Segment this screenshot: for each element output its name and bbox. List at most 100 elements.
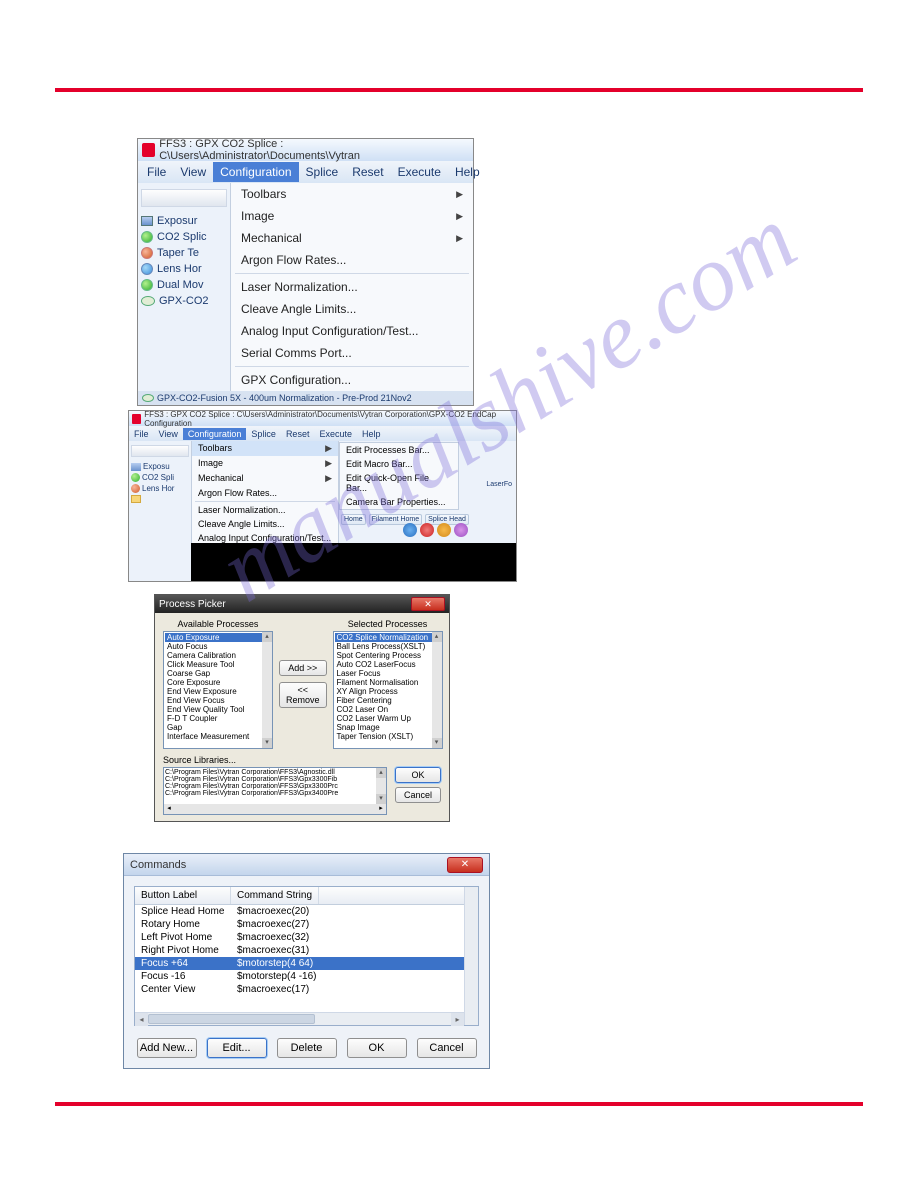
table-row[interactable]: Right Pivot Home$macroexec(31)	[135, 944, 478, 957]
menu-execute[interactable]: Execute	[391, 162, 448, 182]
sidebar-taper[interactable]: Taper Te	[141, 245, 227, 261]
menu-help[interactable]: Help	[357, 428, 386, 440]
scrollbar-horizontal[interactable]: ◂▸	[164, 804, 386, 814]
menu-item-analog-input[interactable]: Analog Input Configuration/Test...	[231, 320, 473, 342]
list-item[interactable]: F-D T Coupler	[165, 714, 271, 723]
menu-item-argon[interactable]: Argon Flow Rates...	[231, 249, 473, 271]
menu-item-mechanical[interactable]: Mechanical▶	[192, 471, 338, 486]
menu-item-image[interactable]: Image▶	[231, 205, 473, 227]
menu-view[interactable]: View	[173, 162, 213, 182]
list-item[interactable]: Laser Focus	[335, 669, 441, 678]
sidebar-lens[interactable]: Lens Hor	[131, 483, 189, 494]
available-listbox[interactable]: Auto Exposure Auto Focus Camera Calibrat…	[163, 631, 273, 749]
add-new-button[interactable]: Add New...	[137, 1038, 197, 1058]
sidebar-exposure[interactable]: Exposur	[141, 213, 227, 229]
menu-item-serial-comms[interactable]: Serial Comms Port...	[231, 342, 473, 364]
sidebar-co2-splice[interactable]: CO2 Splic	[141, 229, 227, 245]
menu-item-camera-bar[interactable]: Camera Bar Properties...	[340, 495, 458, 509]
menu-item-cleave-angle[interactable]: Cleave Angle Limits...	[231, 298, 473, 320]
list-item[interactable]: CO2 Laser Warm Up	[335, 714, 441, 723]
scroll-thumb[interactable]	[148, 1014, 315, 1024]
menu-configuration[interactable]: Configuration	[183, 428, 247, 440]
list-item[interactable]: End View Exposure	[165, 687, 271, 696]
scroll-down-icon[interactable]: ▾	[376, 794, 386, 804]
list-item[interactable]: Snap Image	[335, 723, 441, 732]
list-item[interactable]: Ball Lens Process(XSLT)	[335, 642, 441, 651]
menu-splice[interactable]: Splice	[299, 162, 346, 182]
menu-reset[interactable]: Reset	[345, 162, 390, 182]
scrollbar-vertical[interactable]: ▴▾	[432, 632, 442, 748]
list-item[interactable]: CO2 Laser On	[335, 705, 441, 714]
list-item[interactable]: End View Focus	[165, 696, 271, 705]
circle-purple-icon[interactable]	[454, 523, 468, 537]
cancel-button[interactable]: Cancel	[395, 787, 441, 803]
list-item[interactable]: Auto Focus	[165, 642, 271, 651]
list-item[interactable]: Fiber Centering	[335, 696, 441, 705]
list-item[interactable]: End View Quality Tool	[165, 705, 271, 714]
source-listbox[interactable]: C:\Program Files\Vytran Corporation\FFS3…	[163, 767, 387, 815]
sidebar-folder[interactable]	[131, 494, 189, 504]
menu-splice[interactable]: Splice	[246, 428, 281, 440]
menu-item-laser-normalization[interactable]: Laser Normalization...	[231, 276, 473, 298]
scroll-up-icon[interactable]: ▴	[432, 632, 442, 642]
menu-configuration[interactable]: Configuration	[213, 162, 298, 182]
list-item[interactable]: Spot Centering Process	[335, 651, 441, 660]
table-row[interactable]: Focus -16$motorstep(4 -16)	[135, 970, 478, 983]
sidebar-lens[interactable]: Lens Hor	[141, 261, 227, 277]
scroll-down-icon[interactable]: ▾	[432, 738, 442, 748]
scrollbar-horizontal[interactable]: ◂ ▸	[135, 1012, 464, 1025]
menu-item-laser-normalization[interactable]: Laser Normalization...	[192, 503, 338, 517]
sidebar-dual[interactable]: Dual Mov	[141, 277, 227, 293]
column-button-label[interactable]: Button Label	[135, 887, 231, 904]
scroll-left-icon[interactable]: ◂	[135, 1013, 148, 1026]
list-item[interactable]: Filament Normalisation	[335, 678, 441, 687]
list-item[interactable]: Click Measure Tool	[165, 660, 271, 669]
list-item[interactable]: Coarse Gap	[165, 669, 271, 678]
circle-orange-icon[interactable]	[437, 523, 451, 537]
menu-item-argon[interactable]: Argon Flow Rates...	[192, 486, 338, 500]
list-item[interactable]: Taper Tension (XSLT)	[335, 732, 441, 741]
menu-item-toolbars[interactable]: Toolbars▶	[192, 441, 338, 456]
close-button[interactable]: ✕	[447, 857, 483, 873]
menu-item-mechanical[interactable]: Mechanical▶	[231, 227, 473, 249]
menu-item-toolbars[interactable]: Toolbars▶	[231, 183, 473, 205]
cancel-button[interactable]: Cancel	[417, 1038, 477, 1058]
scroll-right-icon[interactable]: ▸	[451, 1013, 464, 1026]
remove-button[interactable]: << Remove	[279, 682, 327, 708]
menu-item-image[interactable]: Image▶	[192, 456, 338, 471]
list-item[interactable]: Gap	[165, 723, 271, 732]
table-row[interactable]: Rotary Home$macroexec(27)	[135, 918, 478, 931]
scroll-up-icon[interactable]: ▴	[376, 768, 386, 778]
list-item[interactable]: C:\Program Files\Vytran Corporation\FFS3…	[165, 790, 385, 797]
list-item[interactable]: CO2 Splice Normalization	[335, 633, 441, 642]
table-row[interactable]: Left Pivot Home$macroexec(32)	[135, 931, 478, 944]
menu-file[interactable]: File	[140, 162, 173, 182]
ok-button[interactable]: OK	[347, 1038, 407, 1058]
sidebar-co2[interactable]: CO2 Spli	[131, 472, 189, 483]
sidebar-bottom-item[interactable]: GPX-CO2-Fusion 5X - 400um Normalization …	[138, 391, 473, 405]
list-item[interactable]: XY Align Process	[335, 687, 441, 696]
list-item[interactable]: C:\Program Files\Vytran Corporation\FFS3…	[165, 783, 385, 790]
circle-red-icon[interactable]	[420, 523, 434, 537]
menu-file[interactable]: File	[129, 428, 154, 440]
list-item[interactable]: Camera Calibration	[165, 651, 271, 660]
menu-item-edit-quick-open[interactable]: Edit Quick-Open File Bar...	[340, 471, 458, 495]
edit-button[interactable]: Edit...	[207, 1038, 267, 1058]
table-row[interactable]: Center View$macroexec(17)	[135, 983, 478, 996]
menu-item-edit-macro-bar[interactable]: Edit Macro Bar...	[340, 457, 458, 471]
table-row[interactable]: Splice Head Home$macroexec(20)	[135, 905, 478, 918]
sidebar-exposure[interactable]: Exposu	[131, 461, 189, 472]
menu-item-gpx-config[interactable]: GPX Configuration...	[231, 369, 473, 391]
menu-help[interactable]: Help	[448, 162, 487, 182]
sidebar-gpx[interactable]: GPX-CO2	[141, 293, 227, 309]
list-item[interactable]: C:\Program Files\Vytran Corporation\FFS3…	[165, 776, 385, 783]
menu-execute[interactable]: Execute	[314, 428, 357, 440]
menu-view[interactable]: View	[154, 428, 183, 440]
list-item[interactable]: Auto Exposure	[165, 633, 271, 642]
list-item[interactable]: Interface Measurement	[165, 732, 271, 741]
table-row-selected[interactable]: Focus +64$motorstep(4 64)	[135, 957, 478, 970]
toolbar-home-button[interactable]: Home	[341, 514, 366, 525]
scroll-right-icon[interactable]: ▸	[376, 804, 386, 814]
column-command-string[interactable]: Command String	[231, 887, 319, 904]
ok-button[interactable]: OK	[395, 767, 441, 783]
